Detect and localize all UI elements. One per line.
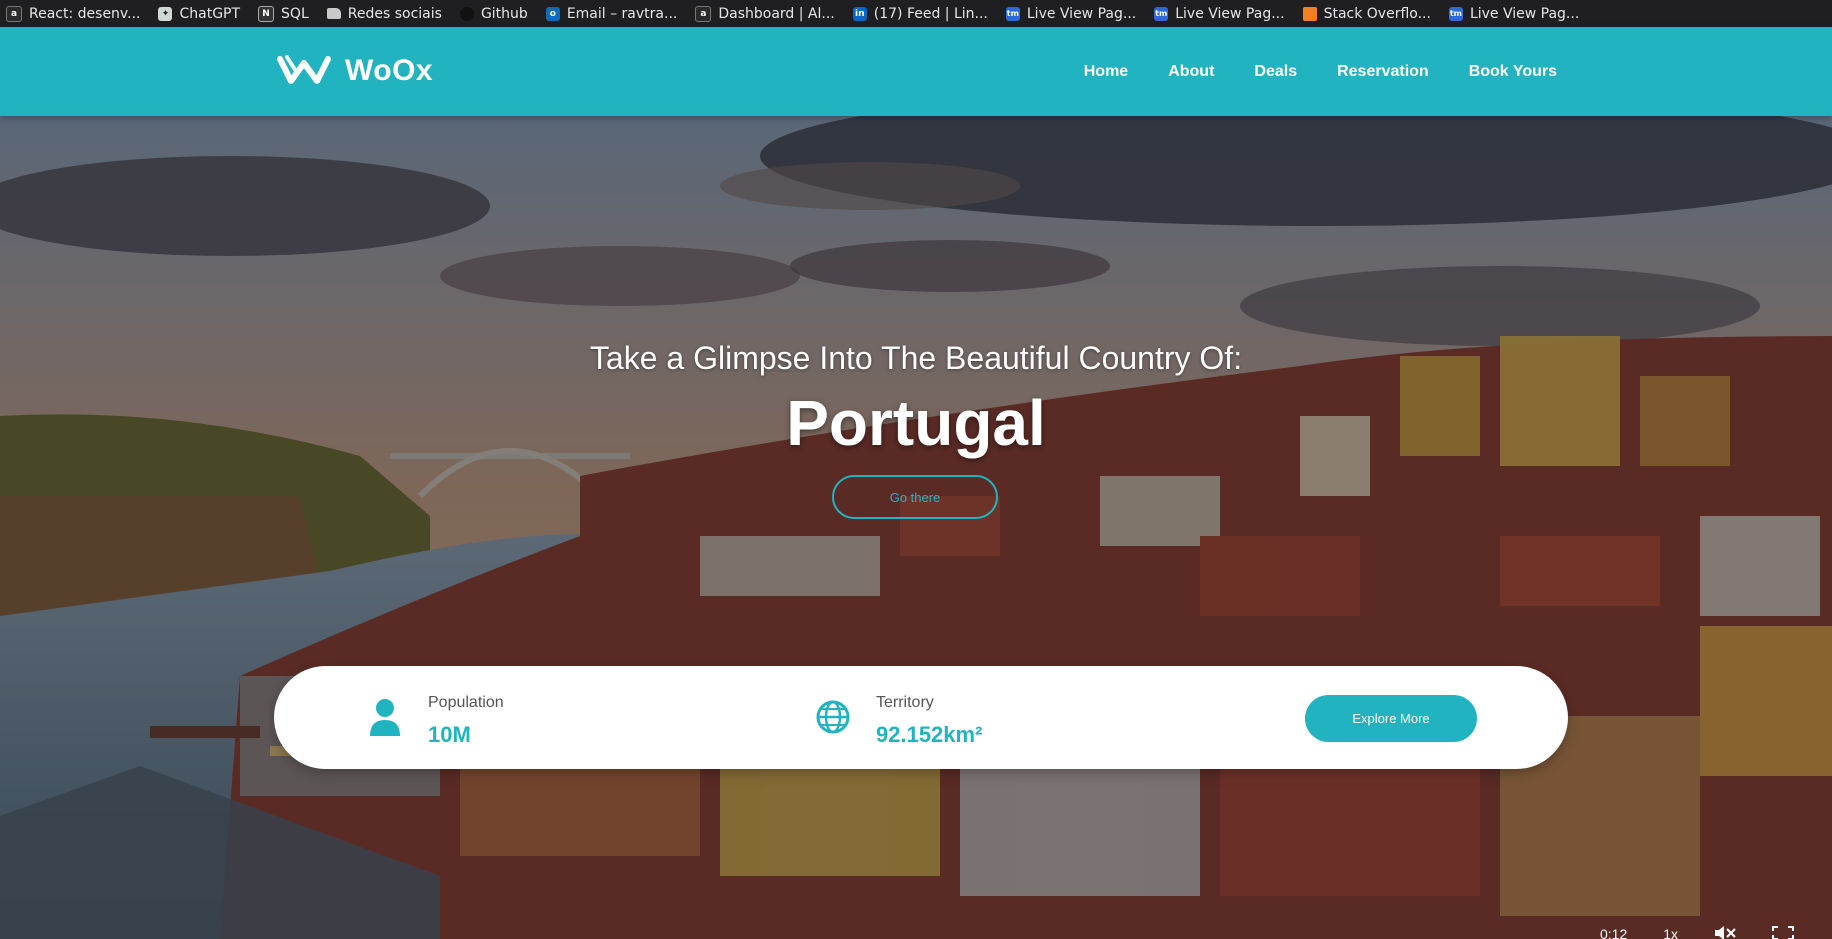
- globe-icon: [816, 700, 850, 734]
- linkedin-icon: in: [852, 6, 867, 21]
- bookmark-liveview-2[interactable]: tm Live View Pag...: [1148, 6, 1296, 22]
- tm-icon: tm: [1448, 6, 1463, 21]
- nav-home[interactable]: Home: [1084, 63, 1128, 81]
- bookmarks-bar: a React: desenv... ✦ ChatGPT N SQL Redes so…: [0, 0, 1832, 27]
- hero-title: Portugal: [786, 387, 1046, 459]
- bookmark-linkedin[interactable]: in (17) Feed | Lin...: [847, 6, 1000, 22]
- bookmark-label: Github: [480, 5, 528, 22]
- territory-value: 92.152km²: [876, 722, 983, 747]
- bookmark-chatgpt[interactable]: ✦ ChatGPT: [152, 6, 252, 22]
- nav-book-yours[interactable]: Book Yours: [1469, 63, 1557, 81]
- go-there-button[interactable]: Go there: [832, 475, 998, 519]
- bookmark-label: Stack Overflo...: [1323, 5, 1431, 22]
- tm-icon: tm: [1154, 6, 1169, 21]
- explore-more-button[interactable]: Explore More: [1305, 695, 1477, 742]
- population-label: Population: [428, 694, 504, 711]
- bookmark-label: Live View Pag...: [1026, 5, 1137, 22]
- folder-icon: [326, 8, 341, 19]
- bookmark-label: SQL: [281, 5, 309, 22]
- bookmark-github[interactable]: Github: [454, 6, 540, 22]
- bookmark-label: (17) Feed | Lin...: [873, 5, 988, 22]
- playback-speed[interactable]: 1x: [1663, 926, 1678, 939]
- notion-icon: N: [258, 5, 275, 22]
- bookmark-stackoverflow[interactable]: Stack Overflo...: [1297, 6, 1443, 22]
- chatgpt-icon: ✦: [158, 6, 173, 21]
- nav-reservation[interactable]: Reservation: [1337, 63, 1429, 81]
- user-icon: [370, 699, 400, 736]
- bookmark-folder-redes[interactable]: Redes sociais: [321, 6, 454, 22]
- bookmark-label: Dashboard | Al...: [718, 5, 835, 22]
- alura-icon: a: [695, 5, 712, 22]
- population-value: 10M: [428, 722, 471, 747]
- bookmark-react[interactable]: a React: desenv...: [0, 5, 152, 22]
- bookmark-dashboard[interactable]: a Dashboard | Al...: [689, 5, 846, 22]
- bookmark-label: React: desenv...: [29, 5, 141, 22]
- country-info-card: Population 10M Territory 92.152km² Explo…: [274, 666, 1568, 769]
- nav-deals[interactable]: Deals: [1254, 63, 1297, 81]
- hero-section: Take a Glimpse Into The Beautiful Countr…: [0, 116, 1832, 939]
- logo-text: WoOx: [345, 54, 434, 87]
- alura-icon: a: [6, 5, 22, 22]
- nav-about[interactable]: About: [1168, 63, 1214, 81]
- stackoverflow-icon: [1302, 6, 1317, 21]
- bookmark-liveview-3[interactable]: tm Live View Pag...: [1443, 6, 1591, 22]
- github-icon: [459, 6, 474, 21]
- bookmark-label: Email – ravtra...: [566, 5, 678, 22]
- hero-overlay: [0, 116, 1832, 939]
- bookmark-label: Redes sociais: [347, 5, 442, 22]
- bookmark-label: Live View Pag...: [1175, 5, 1285, 22]
- bookmark-label: Live View Pag...: [1469, 5, 1580, 22]
- territory-label: Territory: [876, 694, 934, 711]
- bookmark-label: ChatGPT: [179, 5, 241, 22]
- population-info: Population 10M: [368, 694, 504, 748]
- video-controls: 0:12 1x: [1600, 926, 1795, 939]
- outlook-icon: o: [545, 6, 560, 21]
- site-header: WoOx Home About Deals Reservation Book Y…: [0, 27, 1832, 116]
- territory-info: Territory 92.152km²: [816, 694, 982, 748]
- woox-logo-icon: [277, 55, 331, 84]
- hero-subtitle: Take a Glimpse Into The Beautiful Countr…: [589, 340, 1243, 376]
- main-nav: Home About Deals Reservation Book Yours: [1084, 27, 1557, 116]
- bookmark-liveview-1[interactable]: tm Live View Pag...: [1000, 6, 1148, 22]
- bookmark-sql[interactable]: N SQL: [252, 5, 321, 22]
- video-time: 0:12: [1600, 926, 1628, 939]
- fullscreen-icon[interactable]: [1772, 926, 1795, 939]
- mute-icon[interactable]: [1714, 926, 1736, 939]
- tm-icon: tm: [1005, 6, 1020, 21]
- bookmark-email[interactable]: o Email – ravtra...: [540, 6, 690, 22]
- site-logo[interactable]: WoOx: [277, 51, 433, 91]
